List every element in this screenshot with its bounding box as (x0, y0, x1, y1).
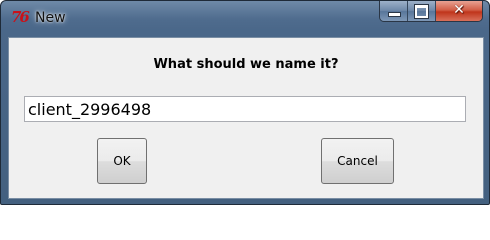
tk-feather-icon: 76 (11, 8, 30, 26)
close-icon: ✕ (453, 2, 465, 18)
maximize-icon (414, 4, 429, 19)
ok-button[interactable]: OK (97, 138, 147, 184)
minimize-button[interactable] (380, 1, 408, 21)
minimize-icon (388, 12, 401, 17)
cancel-button[interactable]: Cancel (321, 138, 394, 184)
maximize-button[interactable] (408, 1, 436, 21)
dialog-window: 76 New ✕ What should we name it? OK Canc… (0, 0, 490, 205)
close-button[interactable]: ✕ (436, 1, 482, 21)
window-title: New (35, 10, 66, 26)
caption-buttons: ✕ (379, 1, 483, 22)
dialog-body: What should we name it? OK Cancel (8, 37, 484, 199)
name-input[interactable] (24, 96, 466, 122)
title-bar[interactable]: 76 New ✕ (1, 1, 489, 37)
dialog-prompt: What should we name it? (153, 57, 339, 72)
